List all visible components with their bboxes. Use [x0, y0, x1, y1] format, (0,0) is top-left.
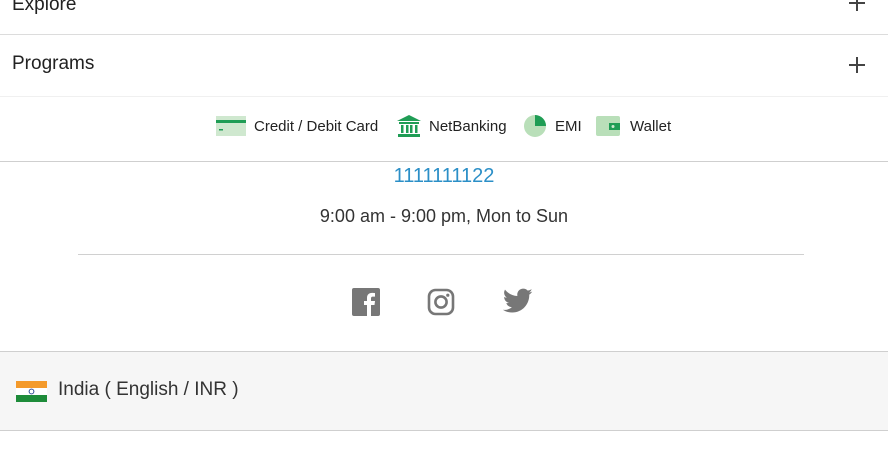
payment-netbanking: NetBanking [397, 114, 507, 138]
bank-icon [397, 115, 421, 137]
programs-label: Programs [12, 53, 95, 74]
facebook-link[interactable] [352, 288, 382, 318]
payment-card: Credit / Debit Card [216, 114, 378, 138]
explore-label: Explore [12, 0, 77, 15]
pie-chart-icon [524, 115, 546, 137]
india-flag-icon [16, 381, 47, 402]
emi-label: EMI [555, 117, 582, 135]
credit-card-icon [216, 116, 246, 136]
locale-selector[interactable]: India ( English / INR ) [0, 351, 888, 431]
payment-methods: Credit / Debit Card NetBanking EMI Walle… [0, 97, 888, 162]
phone-link[interactable]: 1111111122 [0, 165, 888, 188]
twitter-icon [503, 288, 533, 313]
wallet-label: Wallet [630, 117, 672, 135]
accordion-explore[interactable]: Explore [0, 0, 888, 35]
payment-emi: EMI [523, 114, 582, 138]
instagram-icon [427, 288, 455, 316]
support-hours: 9:00 am - 9:00 pm, Mon to Sun [319, 206, 569, 226]
footer-page: Explore Programs Credit / Debit Card Net… [0, 0, 888, 454]
payment-wallet: Wallet [596, 114, 671, 138]
divider [78, 254, 804, 255]
facebook-icon [352, 288, 380, 316]
plus-icon[interactable] [849, 0, 865, 11]
locale-label: India ( English / INR ) [58, 379, 239, 400]
netbanking-label: NetBanking [429, 117, 507, 135]
twitter-link[interactable] [503, 288, 533, 318]
accordion-programs[interactable]: Programs [0, 35, 888, 97]
plus-icon[interactable] [849, 57, 865, 73]
instagram-link[interactable] [427, 288, 457, 318]
wallet-icon [596, 116, 620, 136]
card-label: Credit / Debit Card [254, 117, 379, 135]
